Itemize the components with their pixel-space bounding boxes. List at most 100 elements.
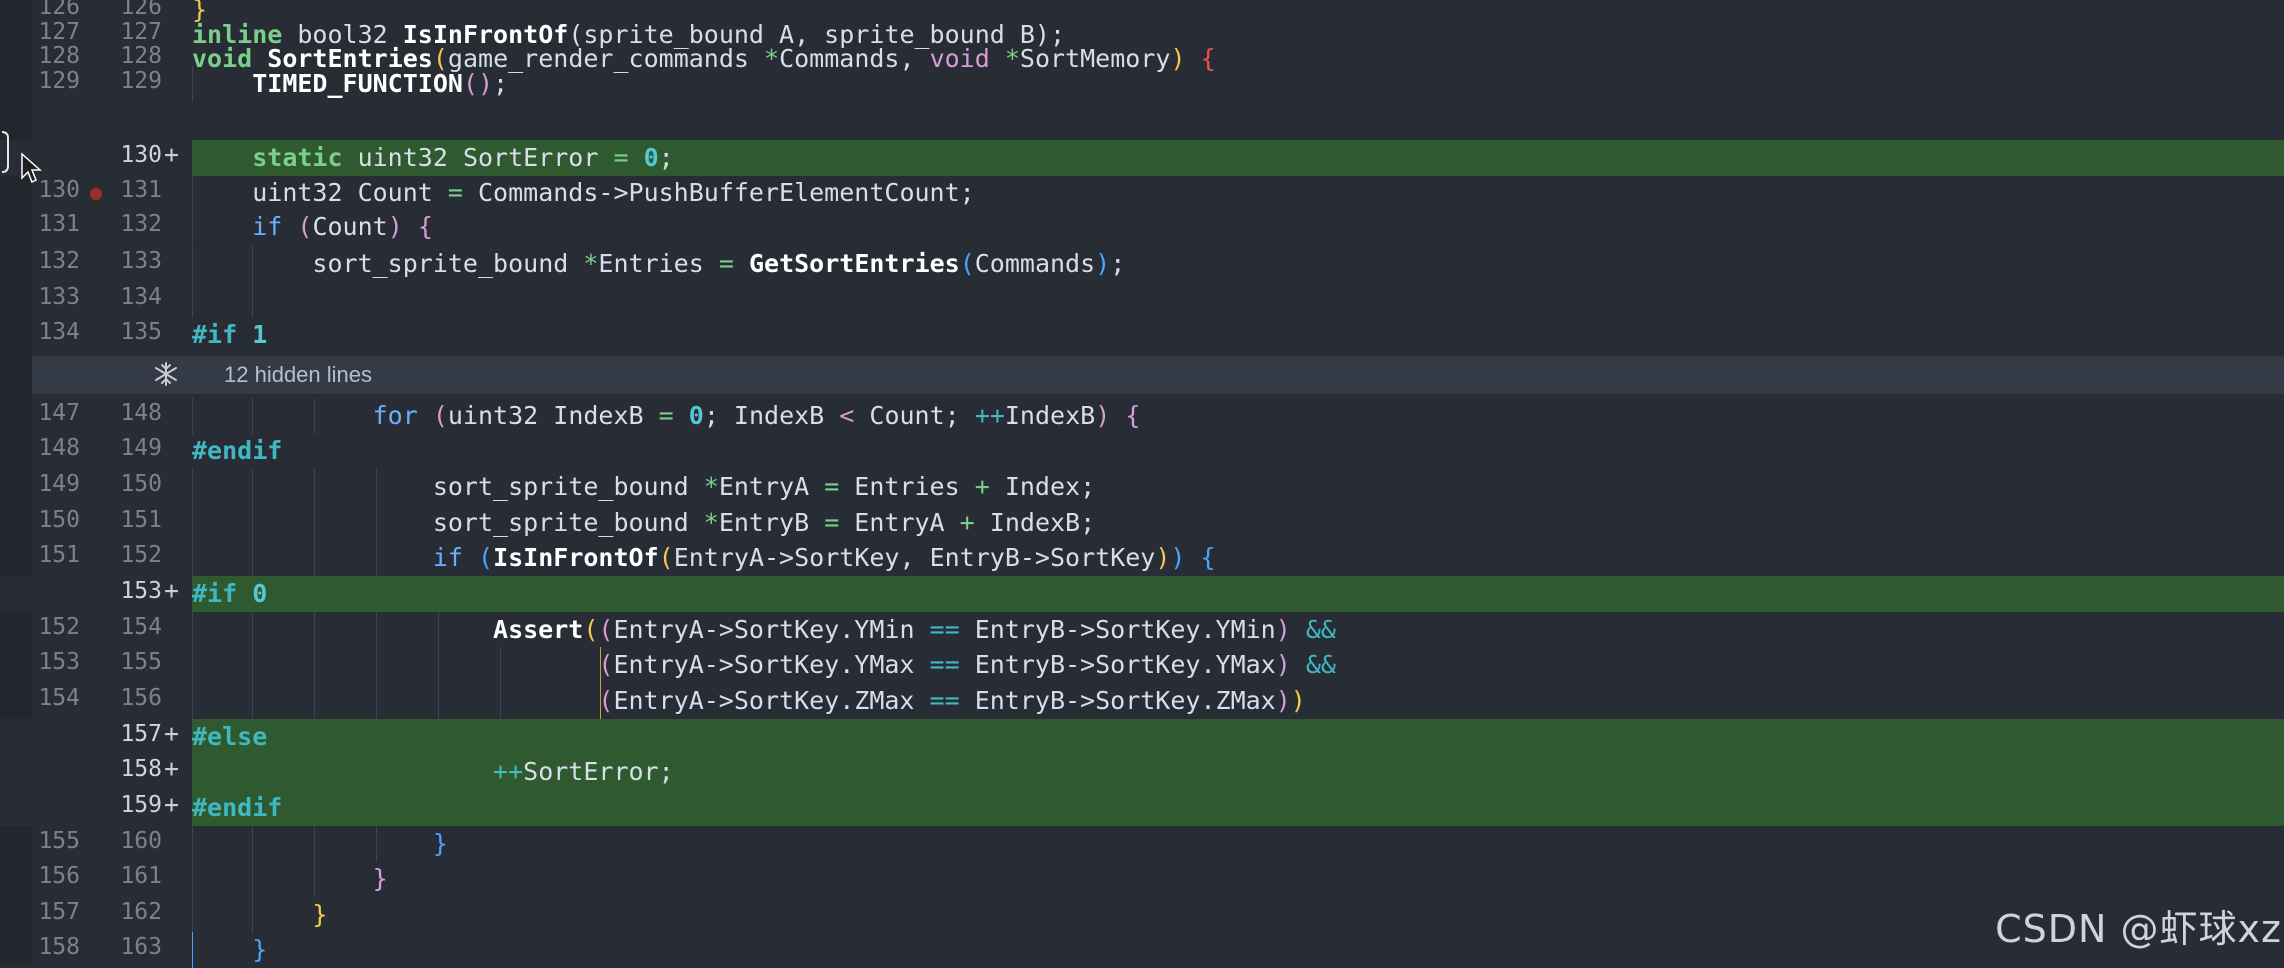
gutter[interactable]: 132 133 [0,246,192,282]
code-text[interactable]: ++SortError; [192,754,674,790]
token-preprocessor: #if [192,579,238,608]
code-line[interactable]: 131 132 if (Count) { [0,209,2284,245]
gutter[interactable]: 158 + [0,754,192,790]
code-text[interactable]: sort_sprite_bound *EntryB = EntryA + Ind… [192,505,1095,541]
token-brace: } [252,935,268,964]
gutter[interactable]: 153 + [0,576,192,612]
code-text[interactable]: #endif [192,790,282,826]
code-line[interactable]: 132 133 sort_sprite_bound *Entries = GetS… [0,246,2284,282]
code-line[interactable]: 149 150 sort_sprite_bound *EntryA = Entri… [0,469,2284,505]
code-text[interactable]: for (uint32 IndexB = 0; IndexB < Count; … [192,398,1140,434]
new-line-number: 129 [120,68,162,94]
added-line[interactable]: 153 + #if 0 [0,576,2284,612]
code-line[interactable]: 148 149 #endif [0,433,2284,469]
code-text[interactable]: #else [192,719,267,755]
new-line-number: 155 [120,649,162,675]
token-op: * [583,249,599,278]
code-text[interactable]: (EntryA->SortKey.ZMax == EntryB->SortKey… [192,683,1306,719]
code-line[interactable]: 154 156 (EntryA->SortKey.ZMax == EntryB->… [0,683,2284,719]
code-text[interactable]: } [192,861,388,897]
unfold-icon[interactable] [152,360,180,388]
code-text[interactable]: #if 0 [192,576,267,612]
gutter[interactable]: 147 148 [0,398,192,434]
code-line[interactable]: 151 152 if (IsInFrontOf(EntryA->SortKey, … [0,540,2284,576]
mouse-pointer-icon [21,152,42,184]
code-text[interactable]: } [192,932,267,968]
gutter[interactable]: 156 161 [0,861,192,897]
token-text: uint32 Count [252,178,448,207]
code-text[interactable]: #if 1 [192,317,267,353]
code-line[interactable]: 155 160 } [0,826,2284,862]
added-line[interactable]: 159 + #endif [0,790,2284,826]
gutter[interactable]: 148 149 [0,433,192,469]
gutter[interactable]: 150 151 [0,505,192,541]
gutter[interactable]: 131 132 [0,209,192,245]
code-text[interactable]: #endif [192,433,282,469]
code-line[interactable]: 150 151 sort_sprite_bound *EntryB = Entry… [0,505,2284,541]
code-editor[interactable]: 126 126 } 127 127 inline bool32 IsInFrontO… [0,0,2284,968]
token-preprocessor: #if [192,320,238,349]
token-brace: { [1125,401,1141,430]
code-line[interactable]: 158 163 } [0,932,2284,968]
code-text[interactable]: if (IsInFrontOf(EntryA->SortKey, EntryB-… [192,540,1216,576]
hidden-lines-fold[interactable]: 12 hidden lines [32,356,2284,394]
token-text: EntryA->SortKey.ZMax [613,686,930,715]
new-line-number: 153 [120,578,162,604]
code-line[interactable]: 156 161 } [0,861,2284,897]
new-line-number: 154 [120,614,162,640]
gutter[interactable]: 158 163 [0,932,192,968]
code-text[interactable]: static uint32 SortError = 0; [192,140,674,176]
token-type: sort_sprite_bound [312,249,584,278]
token-keyword: if [432,543,463,572]
code-line[interactable]: 134 135 #if 1 [0,317,2284,353]
gutter[interactable]: 155 160 [0,826,192,862]
code-text[interactable]: (EntryA->SortKey.YMax == EntryB->SortKey… [192,647,1336,683]
code-line[interactable]: 153 155 (EntryA->SortKey.YMax == EntryB->… [0,647,2284,683]
code-line[interactable]: 129 129 TIMED_FUNCTION(); [0,66,2284,102]
gutter[interactable]: 151 152 [0,540,192,576]
code-line[interactable]: 157 162 } [0,897,2284,933]
code-text[interactable]: } [192,826,448,862]
token-text: SortError; [523,757,674,786]
new-line-number: 148 [120,400,162,426]
code-line[interactable]: 152 154 Assert((EntryA->SortKey.YMin == E… [0,612,2284,648]
added-line[interactable]: 130 + static uint32 SortError = 0; [0,140,2284,176]
added-line[interactable]: 158 + ++SortError; [0,754,2284,790]
gutter[interactable]: 134 135 [0,317,192,353]
token-op: = [447,178,463,207]
token-op: = [718,249,734,278]
code-line[interactable]: 130 131 uint32 Count = Commands->PushBuff… [0,175,2284,211]
token-text: ; [658,143,674,172]
token-text: EntryA->SortKey, EntryB->SortKey [673,543,1156,572]
gutter[interactable]: 129 129 [0,66,192,102]
code-line[interactable]: 147 148 for (uint32 IndexB = 0; IndexB < … [0,398,2284,434]
code-text[interactable]: Assert((EntryA->SortKey.YMin == EntryB->… [192,612,1336,648]
gutter[interactable]: 159 + [0,790,192,826]
code-text[interactable]: uint32 Count = Commands->PushBufferEleme… [192,175,975,211]
gutter[interactable]: 154 156 [0,683,192,719]
token-text: uint32 SortError [342,143,614,172]
gutter[interactable]: 153 155 [0,647,192,683]
code-line[interactable]: 133 134 [0,282,2284,318]
old-line-number: 158 [38,934,80,960]
breakpoint-icon[interactable] [90,188,102,200]
gutter[interactable]: 157 162 [0,897,192,933]
code-text[interactable]: } [192,897,327,933]
added-line[interactable]: 157 + #else [0,719,2284,755]
token-op: + [974,472,990,501]
text-caret-icon [1,131,9,173]
code-text[interactable]: sort_sprite_bound *EntryA = Entries + In… [192,469,1095,505]
token-text: EntryA->SortKey.YMax [613,650,930,679]
token-paren: () [462,69,494,98]
gutter[interactable]: 133 134 [0,282,192,318]
gutter[interactable]: 152 154 [0,612,192,648]
code-text[interactable]: TIMED_FUNCTION(); [192,66,508,102]
token-op: = [658,401,674,430]
new-line-number: 160 [120,828,162,854]
gutter[interactable]: 157 + [0,719,192,755]
code-text[interactable]: sort_sprite_bound *Entries = GetSortEntr… [192,246,1125,282]
gutter[interactable]: 149 150 [0,469,192,505]
code-text[interactable]: if (Count) { [192,209,433,245]
added-marker: + [164,719,180,748]
